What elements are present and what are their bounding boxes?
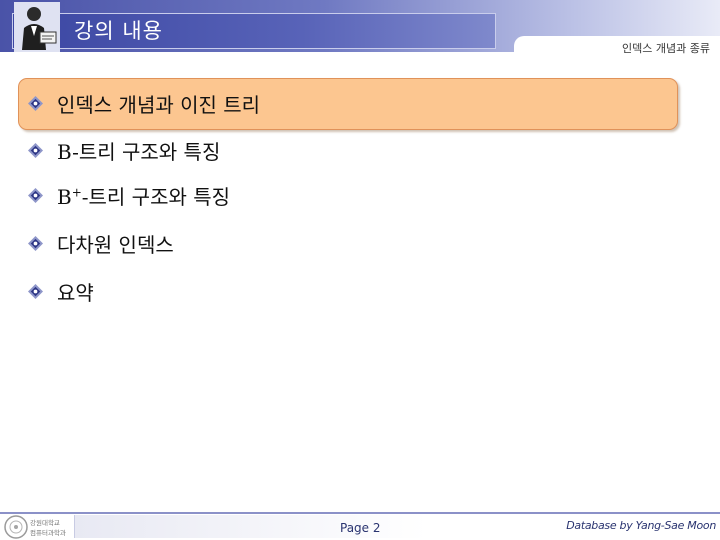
list-item[interactable]: B+-트리 구조와 특징 xyxy=(28,180,230,210)
presenter-icon xyxy=(14,2,60,52)
list-item[interactable]: 인덱스 개념과 이진 트리 xyxy=(28,88,260,118)
bullet-icon xyxy=(28,95,43,111)
list-item[interactable]: 다차원 인덱스 xyxy=(28,228,174,258)
bullet-list: 인덱스 개념과 이진 트리 B-트리 구조와 특징 B+-트리 구조와 특징 다… xyxy=(0,0,720,540)
list-item-label: B-트리 구조와 특징 xyxy=(57,139,221,164)
list-item-label: B+-트리 구조와 특징 xyxy=(57,181,230,210)
bullet-icon xyxy=(28,187,43,203)
list-item-label: 다차원 인덱스 xyxy=(57,232,174,257)
label-prefix: B xyxy=(57,184,72,209)
bullet-icon xyxy=(28,283,43,299)
page-title: 강의 내용 xyxy=(74,19,163,43)
list-item-label: 요약 xyxy=(57,280,94,305)
label-rest: -트리 구조와 특징 xyxy=(81,184,231,209)
label-superscript: + xyxy=(71,184,82,199)
section-subtitle: 인덱스 개념과 종류 xyxy=(622,42,710,55)
university-logo: 강원대학교 컴퓨터과학과 xyxy=(4,515,66,539)
page-number: Page 2 xyxy=(340,521,381,535)
list-item-label: 인덱스 개념과 이진 트리 xyxy=(57,92,261,117)
footer-credit: Database by Yang-Sae Moon xyxy=(566,519,716,532)
footer-line xyxy=(0,512,720,514)
logo-text-department: 컴퓨터과학과 xyxy=(30,528,66,537)
logo-text-university: 강원대학교 xyxy=(30,518,60,527)
list-item[interactable]: 요약 xyxy=(28,276,94,306)
bullet-icon xyxy=(28,142,43,158)
list-item[interactable]: B-트리 구조와 특징 xyxy=(28,135,220,165)
bullet-icon xyxy=(28,235,43,251)
